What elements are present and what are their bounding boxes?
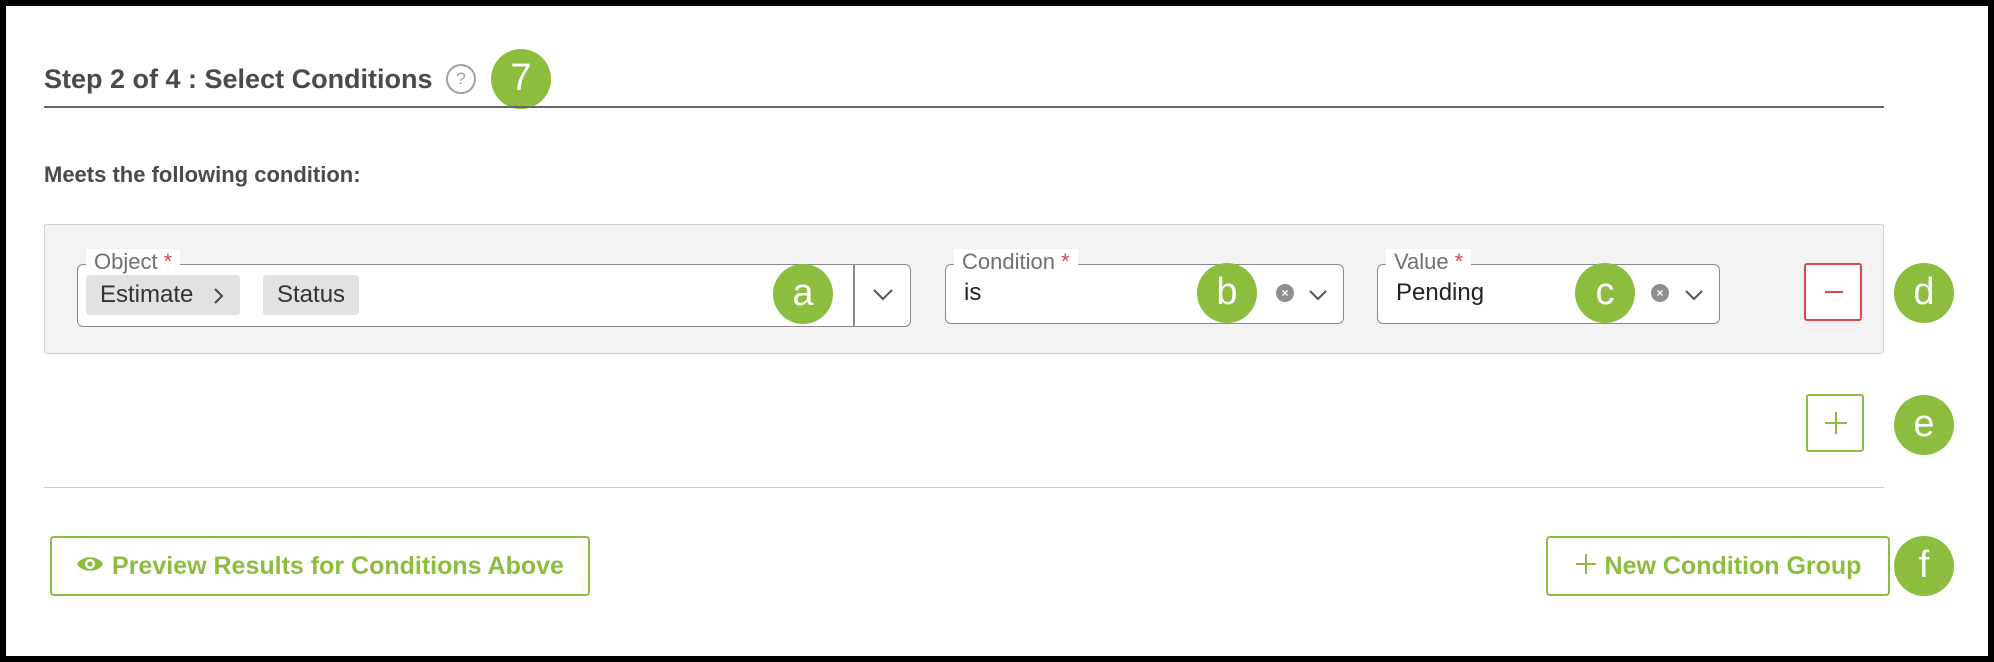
- section-divider: [44, 487, 1884, 488]
- annotation-marker-f: f: [1894, 536, 1954, 596]
- object-select-divider: [853, 265, 855, 326]
- chevron-right-icon: [214, 287, 224, 304]
- annotation-marker-d: d: [1894, 263, 1954, 323]
- annotation-marker-b: b: [1197, 263, 1257, 323]
- chevron-down-icon[interactable]: [871, 287, 895, 303]
- chevron-down-icon[interactable]: [1683, 288, 1705, 302]
- plus-icon: [1575, 554, 1596, 575]
- add-condition-button[interactable]: [1806, 394, 1864, 452]
- header-divider: [44, 106, 1884, 108]
- object-chip-estimate[interactable]: Estimate: [86, 275, 241, 315]
- condition-intro-label: Meets the following condition:: [44, 162, 361, 187]
- preview-results-button[interactable]: Preview Results for Conditions Above: [50, 536, 590, 596]
- new-condition-group-button[interactable]: New Condition Group: [1546, 536, 1890, 596]
- value-field-label: Value *: [1386, 249, 1472, 275]
- object-field-label: Object *: [86, 249, 181, 275]
- value-value: Pending: [1396, 279, 1485, 306]
- annotation-marker-a: a: [773, 264, 833, 324]
- clear-circle-icon[interactable]: ×: [1276, 284, 1294, 302]
- eye-icon: [77, 557, 104, 572]
- chevron-down-icon[interactable]: [1307, 288, 1329, 302]
- clear-circle-icon[interactable]: ×: [1651, 284, 1669, 302]
- condition-select[interactable]: Condition * is ×: [945, 249, 1344, 324]
- help-circle-icon[interactable]: ?: [446, 64, 476, 94]
- page-title: Step 2 of 4 : Select Conditions: [44, 64, 433, 94]
- condition-field-label: Condition *: [954, 249, 1078, 275]
- step-marker: 7: [491, 49, 551, 109]
- annotation-marker-e: e: [1894, 395, 1954, 455]
- value-select[interactable]: Value * Pending ×: [1377, 249, 1720, 324]
- remove-condition-button[interactable]: [1804, 263, 1862, 321]
- condition-value: is: [964, 279, 982, 306]
- object-chip-status[interactable]: Status: [263, 275, 360, 315]
- annotation-marker-c: c: [1575, 263, 1635, 323]
